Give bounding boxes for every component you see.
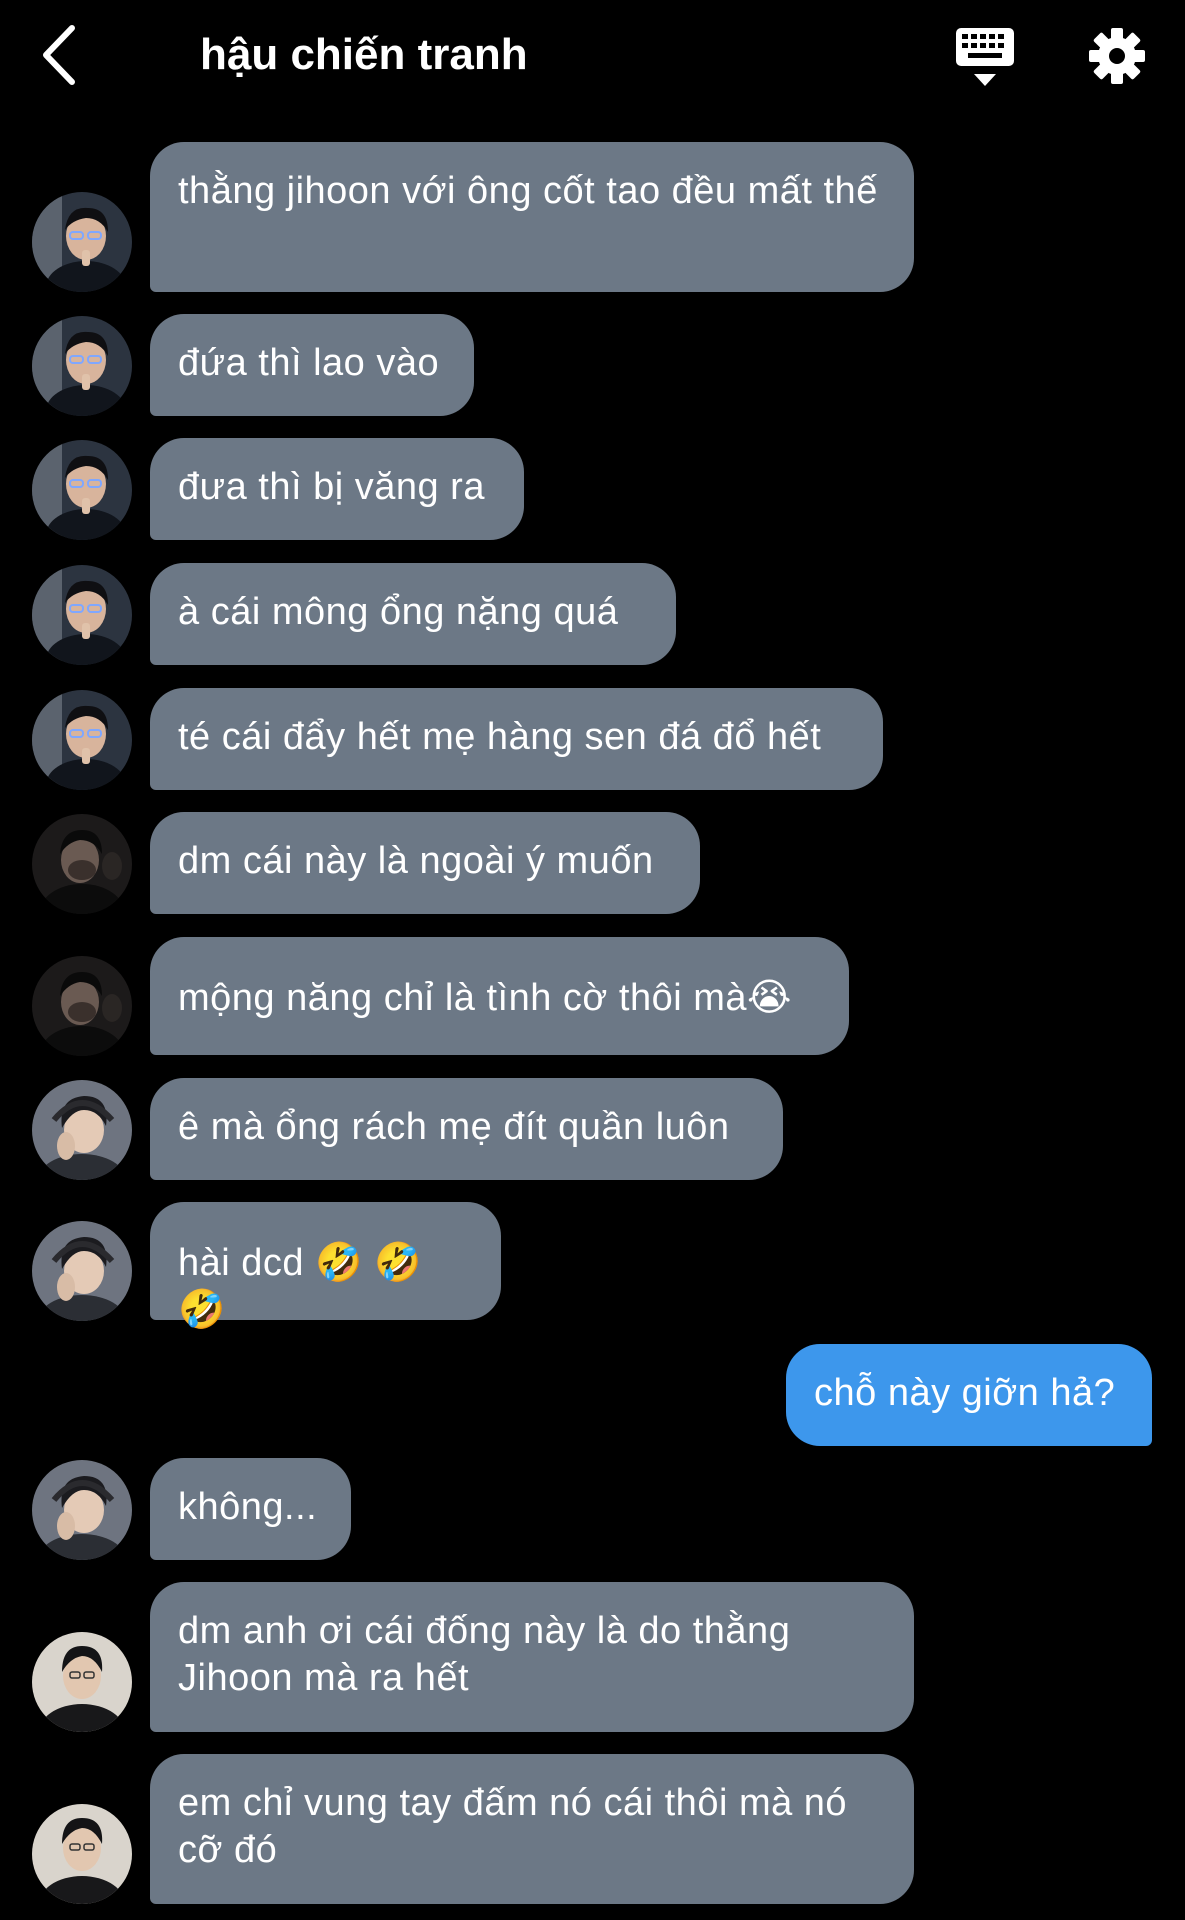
avatar-photo-icon [32, 1632, 132, 1732]
avatar-photo-icon [32, 1080, 132, 1180]
avatar-photo-icon [32, 1804, 132, 1904]
message-bubble[interactable]: té cái đẩy hết mẹ hàng sen đá đổ hết [150, 688, 883, 790]
avatar[interactable] [32, 690, 132, 790]
message-bubble[interactable]: mộng năng chỉ là tình cờ thôi mà😭 [150, 937, 849, 1055]
avatar[interactable] [32, 1460, 132, 1560]
message-bubble[interactable]: ê mà ổng rách mẹ đít quần luôn [150, 1078, 783, 1180]
message-bubble[interactable]: đứa thì lao vào [150, 314, 474, 416]
avatar-photo-icon [32, 316, 132, 416]
avatar[interactable] [32, 1221, 132, 1321]
avatar-photo-icon [32, 440, 132, 540]
avatar[interactable] [32, 316, 132, 416]
message-bubble[interactable]: đưa thì bị văng ra [150, 438, 524, 540]
avatar-photo-icon [32, 956, 132, 1056]
message-bubble[interactable]: em chỉ vung tay đấm nó cái thôi mà nó cỡ… [150, 1754, 914, 1904]
message-bubble[interactable]: không... [150, 1458, 351, 1560]
avatar[interactable] [32, 565, 132, 665]
avatar[interactable] [32, 192, 132, 292]
avatar[interactable] [32, 1632, 132, 1732]
avatar-photo-icon [32, 1221, 132, 1321]
avatar-photo-icon [32, 192, 132, 292]
avatar[interactable] [32, 956, 132, 1056]
avatar[interactable] [32, 1080, 132, 1180]
avatar[interactable] [32, 1804, 132, 1904]
message-list: thằng jihoon với ông cốt tao đều mất thế… [0, 0, 1185, 1920]
avatar-photo-icon [32, 1460, 132, 1560]
avatar-photo-icon [32, 814, 132, 914]
avatar[interactable] [32, 440, 132, 540]
message-bubble[interactable]: hài dcd 🤣 🤣 🤣 [150, 1202, 501, 1331]
message-bubble[interactable]: à cái mông ổng nặng quá [150, 563, 676, 665]
avatar[interactable] [32, 814, 132, 914]
message-bubble[interactable]: thằng jihoon với ông cốt tao đều mất thế [150, 142, 914, 292]
message-bubble[interactable]: dm anh ơi cái đống này là do thằng Jihoo… [150, 1582, 914, 1732]
message-bubble[interactable]: dm cái này là ngoài ý muốn [150, 812, 700, 914]
avatar-photo-icon [32, 690, 132, 790]
avatar-photo-icon [32, 565, 132, 665]
message-bubble-outgoing[interactable]: chỗ này giỡn hả? [786, 1344, 1152, 1446]
